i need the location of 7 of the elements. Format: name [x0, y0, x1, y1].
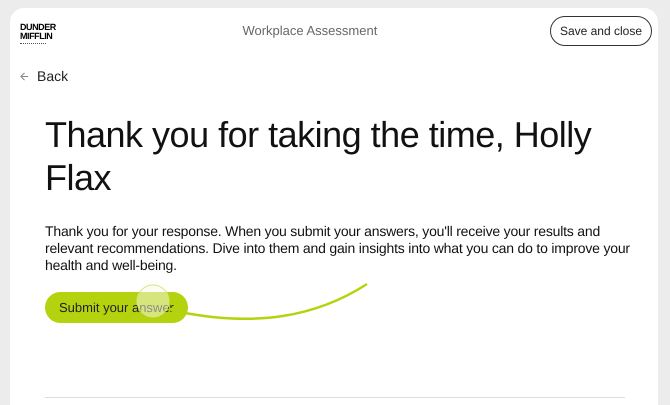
heading: Thank you for taking the time, Holly Flax	[45, 113, 592, 199]
page-title: Workplace Assessment	[241, 22, 378, 40]
company-logo: DUNDER MIFFLIN	[20, 18, 56, 44]
body-text: Thank you for your response. When you submit your answers, you'll receive your results and relevant recommendations. Dive into them and gain insights into what you can do to improve your health and well-being.	[45, 223, 631, 274]
back-link[interactable]: Back	[20, 66, 68, 86]
save-and-close-button[interactable]: Save and close	[550, 16, 652, 46]
arrow-left-icon	[20, 72, 29, 80]
